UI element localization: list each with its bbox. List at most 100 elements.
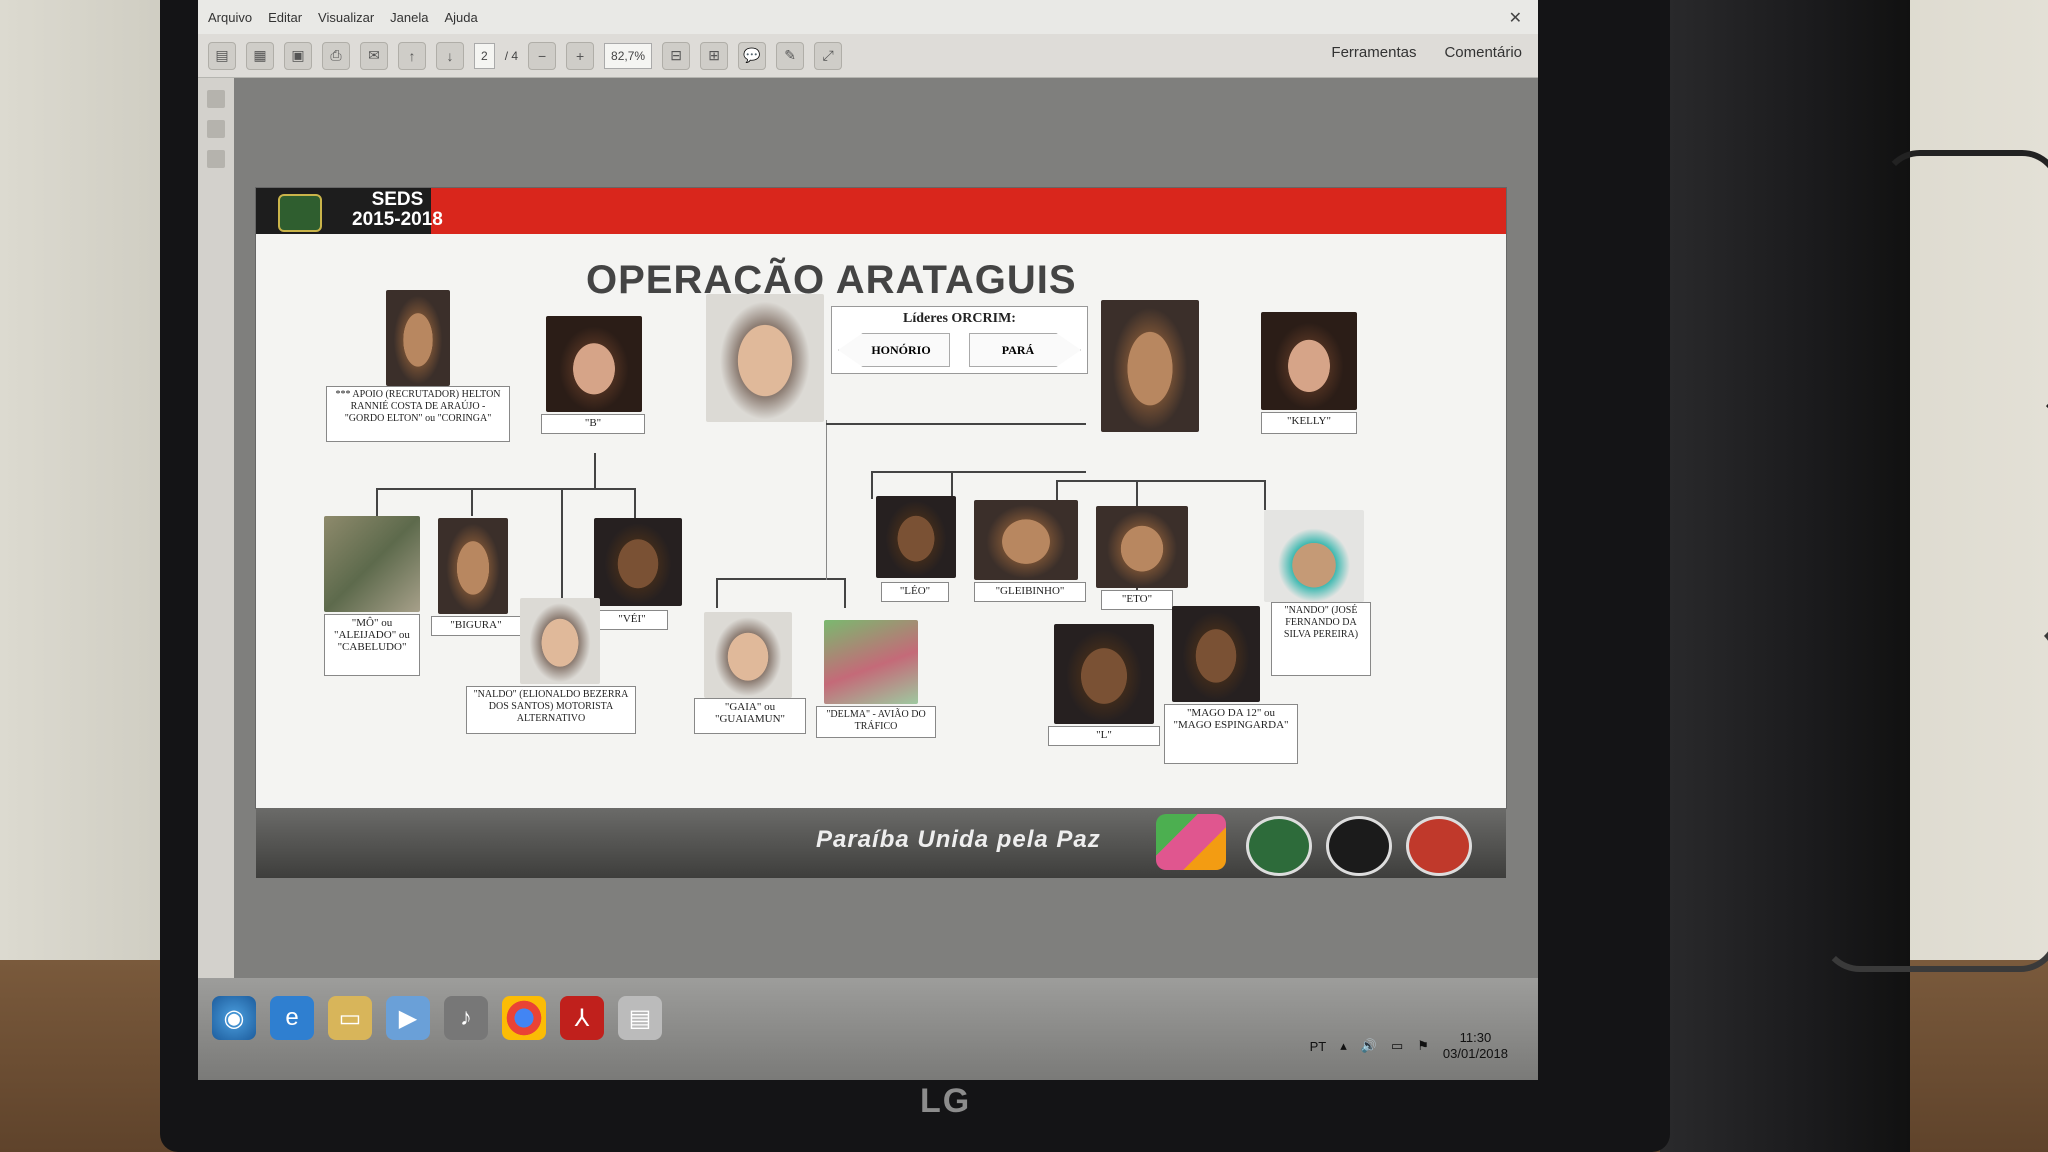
photo-naldo: [520, 598, 600, 684]
tray-expand-icon[interactable]: ▴: [1340, 1038, 1347, 1054]
prev-page-icon[interactable]: ↑: [398, 41, 426, 70]
photo-delma: [824, 620, 918, 704]
app-icon[interactable]: ♪: [444, 996, 488, 1040]
connector: [716, 578, 718, 608]
monitor-brand: LG: [920, 1082, 972, 1120]
pages-icon[interactable]: [207, 90, 225, 108]
document-area: SEDS 2015-2018 OPERAÇÃO ARATAGUIS Lídere…: [234, 78, 1538, 978]
volume-icon[interactable]: 🔊: [1361, 1038, 1377, 1054]
connector: [561, 488, 563, 598]
slide-header-bar: SEDS 2015-2018: [256, 188, 1506, 234]
open-icon[interactable]: ▤: [208, 41, 236, 70]
clock-date: 03/01/2018: [1442, 1046, 1508, 1061]
close-icon[interactable]: ✕: [1509, 8, 1522, 28]
label-l: "L": [1048, 726, 1160, 746]
label-mo: "MÔ" ou "ALEIJADO" ou "CABELUDO": [324, 614, 420, 676]
connector: [1056, 480, 1266, 482]
fit-page-icon[interactable]: ⊟: [662, 41, 691, 70]
menu-visualizar[interactable]: Visualizar: [318, 10, 374, 25]
photo-mago: [1172, 606, 1260, 702]
slide-footer-slogan: Paraíba Unida pela Paz: [816, 826, 1101, 853]
photo-gaia: [704, 612, 792, 698]
label-gleibinho: "GLEIBINHO": [974, 582, 1086, 602]
connector: [871, 471, 873, 499]
slide-footer: Paraíba Unida pela Paz: [256, 808, 1506, 878]
network-icon[interactable]: ▭: [1391, 1038, 1403, 1054]
document-icon[interactable]: ▤: [618, 996, 662, 1040]
acrobat-reader-icon[interactable]: ⅄: [560, 996, 604, 1040]
clock-time: 11:30: [1459, 1030, 1492, 1045]
fit-width-icon[interactable]: ⊞: [700, 41, 729, 70]
photo-bigura: [438, 518, 508, 614]
leader-para-arrow: PARÁ: [969, 333, 1081, 367]
photo-mo: [324, 516, 420, 612]
email-icon[interactable]: ✉: [360, 41, 388, 70]
label-mago: "MAGO DA 12" ou "MAGO ESPINGARDA": [1164, 704, 1298, 764]
leaders-title: Líderes ORCRIM:: [903, 311, 1016, 326]
comment-button[interactable]: Comentário: [1444, 44, 1522, 61]
bookmark-icon[interactable]: [207, 120, 225, 138]
connector: [634, 488, 636, 518]
photo-apoio: [386, 290, 450, 386]
page-number-input[interactable]: 2: [474, 42, 495, 69]
policia-civil-badge-icon: [1326, 816, 1392, 876]
next-page-icon[interactable]: ↓: [436, 41, 464, 70]
photo-para: [1101, 300, 1199, 432]
start-button-icon[interactable]: ◉: [212, 996, 256, 1040]
computer-tower: [1660, 0, 1910, 1152]
connector: [871, 471, 1086, 473]
sign-icon[interactable]: ✎: [776, 41, 805, 70]
label-apoio: *** APOIO (RECRUTADOR) HELTON RANNIÉ COS…: [326, 386, 510, 442]
label-naldo: "NALDO" (ELIONALDO BEZERRA DOS SANTOS) M…: [466, 686, 636, 734]
label-kelly: "KELLY": [1261, 412, 1357, 434]
internet-explorer-icon[interactable]: e: [270, 996, 314, 1040]
comment-icon[interactable]: 💬: [738, 41, 767, 70]
slide-title: OPERAÇÃO ARATAGUIS: [586, 258, 1077, 302]
tools-button[interactable]: Ferramentas: [1331, 44, 1416, 61]
photo-eto: [1096, 506, 1188, 588]
pm-badge-icon: [1246, 816, 1312, 876]
create-icon[interactable]: ▦: [246, 41, 274, 70]
menu-bar: Arquivo Editar Visualizar Janela Ajuda ✕: [198, 0, 1538, 34]
menu-arquivo[interactable]: Arquivo: [208, 10, 252, 25]
seds-logo-text: SEDS 2015-2018: [352, 190, 443, 230]
flag-icon[interactable]: ⚑: [1417, 1038, 1429, 1054]
menu-ajuda[interactable]: Ajuda: [444, 10, 477, 25]
media-player-icon[interactable]: ▶: [386, 996, 430, 1040]
toolbar: ▤ ▦ ▣ ⎙ ✉ ↑ ↓ 2 / 4 − + 82,7% ⊟ ⊞ 💬 ✎ ⤢ …: [198, 34, 1538, 78]
photo-leo: [876, 496, 956, 578]
photo-gleibinho: [974, 500, 1078, 580]
chrome-icon[interactable]: [502, 996, 546, 1040]
connector: [594, 453, 596, 489]
puzzle-logo-icon: [1156, 814, 1226, 870]
side-panel: [198, 78, 234, 978]
page-total: / 4: [504, 48, 519, 63]
save-icon[interactable]: ▣: [284, 41, 312, 70]
seds-crest-icon: [278, 194, 322, 232]
zoom-select[interactable]: 82,7%: [604, 42, 653, 69]
label-eto: "ETO": [1101, 590, 1173, 610]
photo-honorio: [706, 294, 824, 422]
zoom-in-icon[interactable]: +: [566, 41, 595, 70]
photo-vei: [594, 518, 682, 606]
attachment-icon[interactable]: [207, 150, 225, 168]
menu-janela[interactable]: Janela: [390, 10, 428, 25]
photo-l: [1054, 624, 1154, 724]
connector: [471, 488, 473, 516]
photo-nando: [1264, 510, 1364, 602]
menu-editar[interactable]: Editar: [268, 10, 302, 25]
file-explorer-icon[interactable]: ▭: [328, 996, 372, 1040]
label-vei: "VÉI": [596, 610, 668, 630]
print-icon[interactable]: ⎙: [322, 41, 350, 70]
connector: [376, 488, 636, 490]
label-bigura: "BIGURA": [431, 616, 521, 636]
slide: SEDS 2015-2018 OPERAÇÃO ARATAGUIS Lídere…: [256, 188, 1506, 808]
leaders-box: Líderes ORCRIM: HONÓRIO PARÁ: [831, 306, 1088, 374]
language-indicator[interactable]: PT: [1310, 1039, 1327, 1054]
clock[interactable]: 11:30 03/01/2018: [1443, 1030, 1508, 1062]
screen: Arquivo Editar Visualizar Janela Ajuda ✕…: [198, 0, 1538, 1080]
label-delma: "DELMA" - AVIÃO DO TRÁFICO: [816, 706, 936, 738]
fullscreen-icon[interactable]: ⤢: [814, 41, 843, 70]
connector: [1264, 480, 1266, 510]
zoom-out-icon[interactable]: −: [528, 41, 557, 70]
